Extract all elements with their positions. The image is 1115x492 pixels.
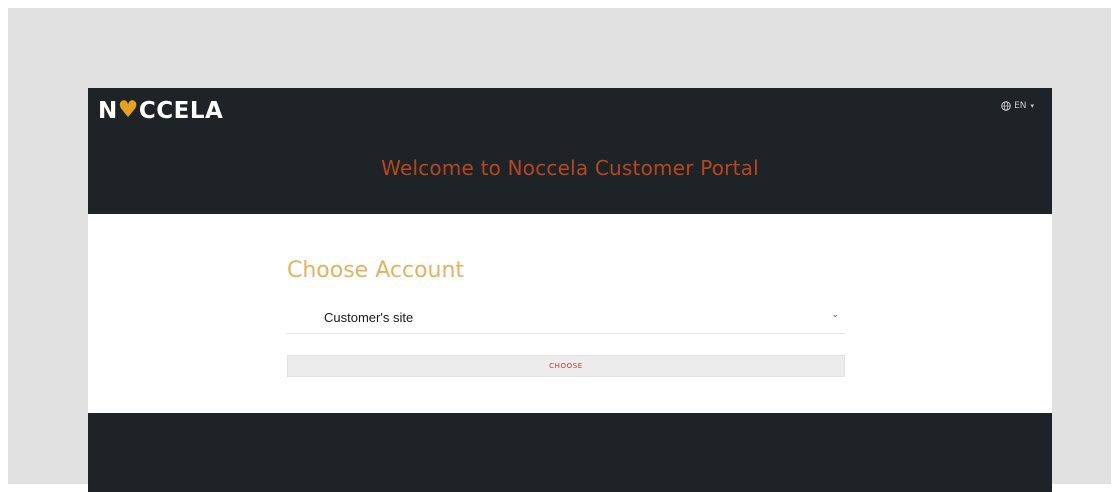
logo-pin-icon: ♥ [117,97,139,123]
noccela-logo[interactable]: N♥CCELA [98,97,224,124]
choose-account-title: Choose Account [287,258,465,283]
welcome-heading: Welcome to Noccela Customer Portal [381,156,759,180]
portal-footer [88,413,1052,492]
language-selector[interactable]: EN ▾ [1001,101,1034,111]
language-code: EN [1014,101,1027,111]
account-select[interactable]: Customer's site ⌄ [287,307,845,334]
screenshot-frame: N♥CCELA EN ▾ Welcome to Noccela Customer… [8,8,1111,492]
customer-portal: N♥CCELA EN ▾ Welcome to Noccela Customer… [88,88,1052,492]
choose-account-card: Choose Account Customer's site ⌄ CHOOSE [88,214,1052,413]
globe-icon [1001,101,1011,111]
account-select-value: Customer's site [324,310,414,325]
caret-down-icon: ▾ [1030,102,1034,110]
logo-letters: CCELA [138,98,224,124]
portal-header: N♥CCELA EN ▾ Welcome to Noccela Customer… [88,88,1052,214]
chevron-down-icon: ⌄ [831,310,839,320]
choose-button[interactable]: CHOOSE [287,355,845,377]
logo-letter-n: N [98,98,118,124]
